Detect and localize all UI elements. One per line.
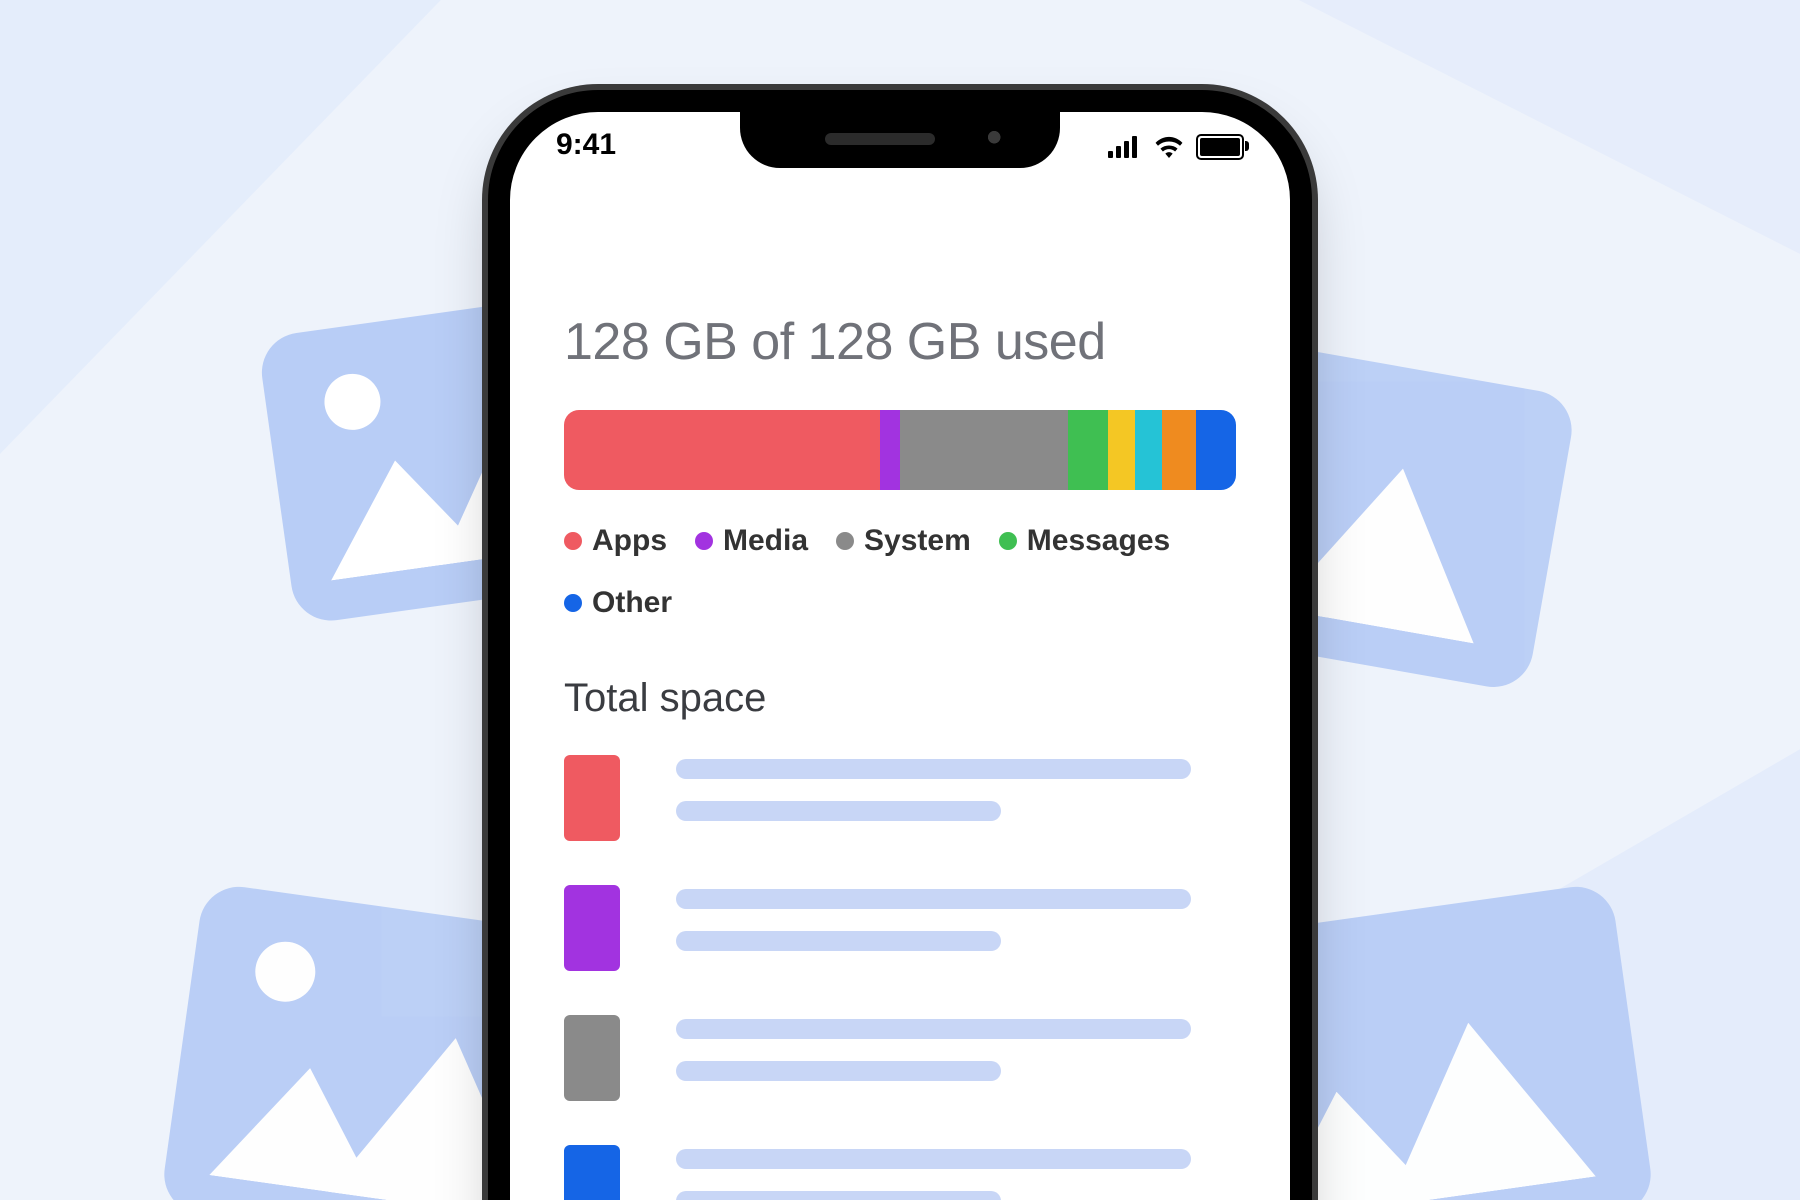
legend-label: Apps — [592, 524, 667, 558]
usage-segment-apps — [564, 410, 880, 490]
legend-item: Messages — [999, 524, 1170, 558]
placeholder-text-lines — [676, 885, 1236, 951]
total-space-heading: Total space — [564, 676, 1236, 721]
illustration-canvas: 9:41 128 GB of 128 GB used AppsMediaSyst… — [0, 0, 1800, 1200]
storage-screen: 128 GB of 128 GB used Apps Media System Mes… — [510, 112, 1290, 1200]
category-swatch-icon — [564, 1015, 620, 1101]
legend-label: Media — [723, 524, 808, 558]
storage-breakdown-list[interactable] — [564, 755, 1236, 1200]
category-swatch-icon — [564, 885, 620, 971]
legend-item: Apps — [564, 524, 667, 558]
placeholder-text-lines — [676, 1015, 1236, 1081]
phone-frame: 9:41 128 GB of 128 GB used AppsMediaSyst… — [488, 90, 1312, 1200]
storage-list-row[interactable] — [564, 755, 1236, 841]
usage-segment-media — [880, 410, 900, 490]
placeholder-text-lines — [676, 1145, 1236, 1200]
legend-dot-icon — [564, 594, 582, 612]
legend-dot-icon — [999, 532, 1017, 550]
storage-list-row[interactable] — [564, 885, 1236, 971]
usage-segment-other — [1196, 410, 1236, 490]
storage-list-row[interactable] — [564, 1015, 1236, 1101]
usage-segment-yellow — [1108, 410, 1135, 490]
legend-label: System — [864, 524, 971, 558]
legend-label: Other — [592, 586, 672, 620]
storage-list-row[interactable] — [564, 1145, 1236, 1200]
placeholder-text-lines — [676, 755, 1236, 821]
usage-segment-messages — [1068, 410, 1108, 490]
legend-label: Messages — [1027, 524, 1170, 558]
usage-segment-orange — [1162, 410, 1196, 490]
storage-usage-bar — [564, 410, 1236, 490]
legend-dot-icon — [836, 532, 854, 550]
legend-dot-icon — [564, 532, 582, 550]
usage-segment-teal — [1135, 410, 1162, 490]
legend-item: Other — [564, 586, 672, 620]
legend-dot-icon — [695, 532, 713, 550]
category-swatch-icon — [564, 755, 620, 841]
category-swatch-icon — [564, 1145, 620, 1200]
legend-item: System — [836, 524, 971, 558]
storage-usage-heading: 128 GB of 128 GB used — [564, 312, 1236, 372]
usage-segment-system — [900, 410, 1068, 490]
bg-triangle-icon — [1250, 0, 1800, 393]
storage-legend: Apps Media System Messages Other — [564, 524, 1236, 620]
legend-item: Media — [695, 524, 808, 558]
